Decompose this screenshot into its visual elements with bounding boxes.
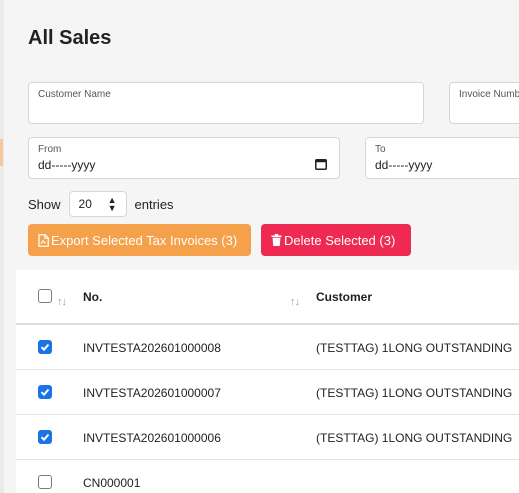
entries-select[interactable]: 20 ▲ ▼ (68, 191, 127, 217)
customer-cell: (TESTTAG) 1LONG OUTSTANDING (316, 386, 513, 400)
entries-label: entries (134, 196, 174, 212)
table-row[interactable]: INVTESTA202601000007 (TESTTAG) 1LONG OUT… (16, 370, 519, 415)
customer-cell: (TESTTAG) 1LONG OUTSTANDING (316, 431, 513, 445)
invoice-number-cell[interactable]: INVTESTA202601000006 (83, 431, 221, 445)
sidebar-edge (0, 0, 4, 493)
export-tax-invoices-button[interactable]: Export Selected Tax Invoices (3) (28, 224, 251, 256)
customer-cell: (TESTTAG) 1LONG OUTSTANDING (316, 341, 513, 355)
table-row[interactable]: INVTESTA202601000008 (TESTTAG) 1LONG OUT… (16, 325, 519, 370)
page-title: All Sales (28, 27, 112, 49)
length-menu: Show 20 ▲ ▼ entries (28, 191, 174, 217)
select-arrows-icon: ▲ ▼ (107, 195, 117, 213)
customer-name-field[interactable]: Customer Name (28, 82, 424, 124)
delete-button-label: Delete Selected (3) (284, 232, 396, 248)
sort-icon[interactable]: ↑↓ (290, 296, 300, 308)
row-checkbox[interactable] (38, 430, 52, 444)
invoice-number-cell[interactable]: CN000001 (83, 476, 140, 490)
show-label: Show (28, 196, 61, 212)
delete-selected-button[interactable]: Delete Selected (3) (261, 224, 411, 256)
trash-icon (271, 234, 282, 246)
select-all-checkbox[interactable] (38, 289, 52, 303)
row-checkbox[interactable] (38, 475, 52, 489)
row-checkbox[interactable] (38, 385, 52, 399)
export-button-label: Export Selected Tax Invoices (3) (51, 232, 238, 248)
invoice-number-field[interactable]: Invoice Numb (449, 82, 519, 124)
invoice-number-cell[interactable]: INVTESTA202601000007 (83, 386, 221, 400)
from-date-label: From (38, 144, 62, 155)
to-date-label: To (375, 144, 386, 155)
calendar-icon[interactable] (315, 158, 327, 170)
to-date-field[interactable]: To dd-----yyyy (365, 137, 519, 179)
entries-value: 20 (78, 197, 92, 211)
to-date-value: dd-----yyyy (375, 158, 433, 172)
table-header: ↑↓ No. ↑↓ Customer (16, 270, 519, 325)
sales-page: All Sales Customer Name Invoice Numb Fro… (0, 0, 519, 493)
row-checkbox[interactable] (38, 340, 52, 354)
sales-table: ↑↓ No. ↑↓ Customer INVTESTA202601000008 … (16, 270, 519, 493)
from-date-field[interactable]: From dd-----yyyy (28, 137, 340, 179)
customer-name-label: Customer Name (38, 89, 111, 100)
table-row[interactable]: CN000001 (16, 460, 519, 493)
invoice-number-cell[interactable]: INVTESTA202601000008 (83, 341, 221, 355)
column-header-no[interactable]: No. (83, 290, 102, 304)
table-row[interactable]: INVTESTA202601000006 (TESTTAG) 1LONG OUT… (16, 415, 519, 460)
active-marker (0, 139, 3, 166)
invoice-number-label: Invoice Numb (459, 89, 519, 100)
sort-icon[interactable]: ↑↓ (57, 296, 67, 308)
from-date-value: dd-----yyyy (38, 158, 96, 172)
pdf-file-icon (38, 233, 49, 247)
column-header-customer[interactable]: Customer (316, 290, 372, 304)
